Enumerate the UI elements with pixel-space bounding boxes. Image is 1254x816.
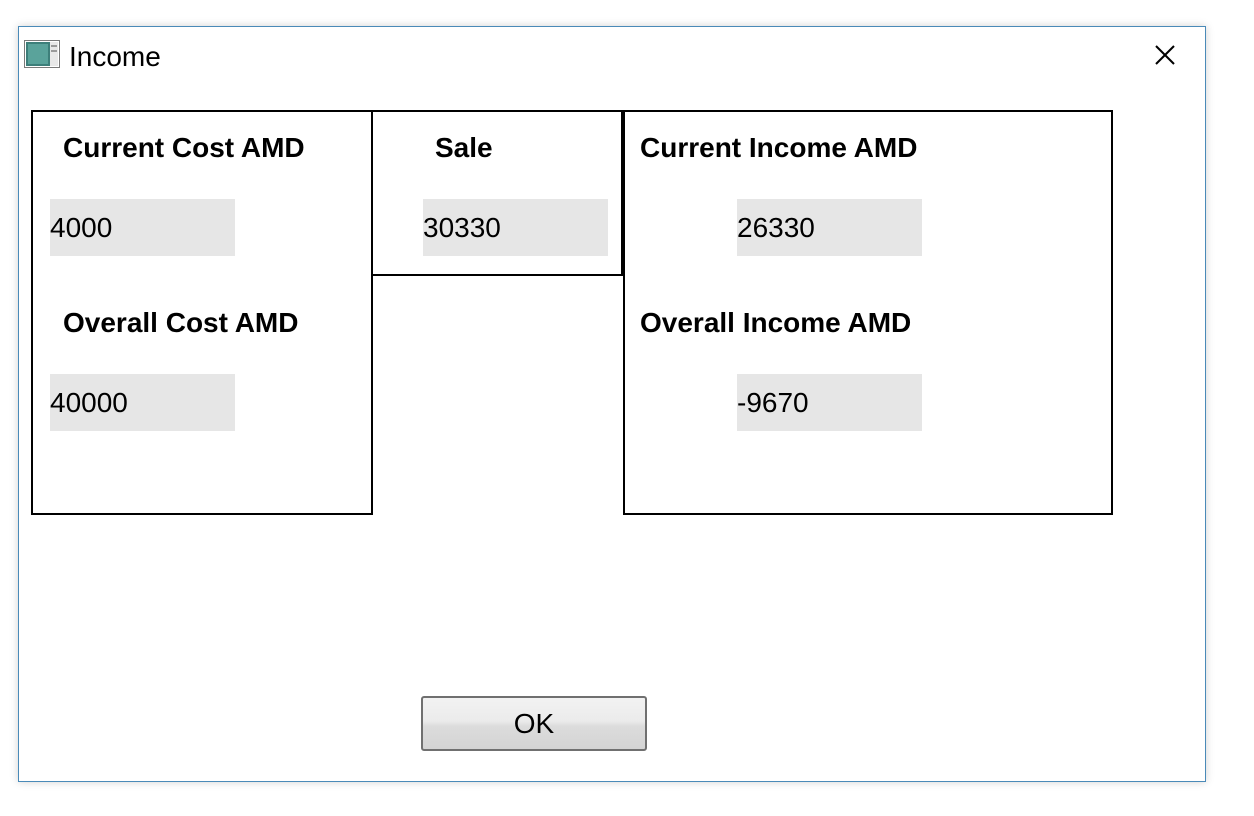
current-cost-label: Current Cost AMD — [63, 132, 305, 163]
ok-button[interactable]: OK — [421, 696, 647, 751]
sale-label: Sale — [435, 132, 493, 163]
window-app-icon — [24, 40, 60, 68]
current-income-label: Current Income AMD — [640, 132, 918, 163]
overall-income-label: Overall Income AMD — [640, 307, 912, 338]
current-cost-field[interactable] — [50, 199, 235, 256]
close-button[interactable] — [1147, 37, 1183, 73]
overall-cost-label: Overall Cost AMD — [63, 307, 299, 338]
sale-field[interactable] — [423, 199, 608, 256]
current-income-field[interactable] — [737, 199, 922, 256]
window-title: Income — [69, 41, 161, 72]
income-dialog: Income Current Cost AMD Overall Cost AMD… — [18, 26, 1206, 782]
overall-cost-field[interactable] — [50, 374, 235, 431]
overall-income-field[interactable] — [737, 374, 922, 431]
close-icon — [1155, 45, 1175, 65]
